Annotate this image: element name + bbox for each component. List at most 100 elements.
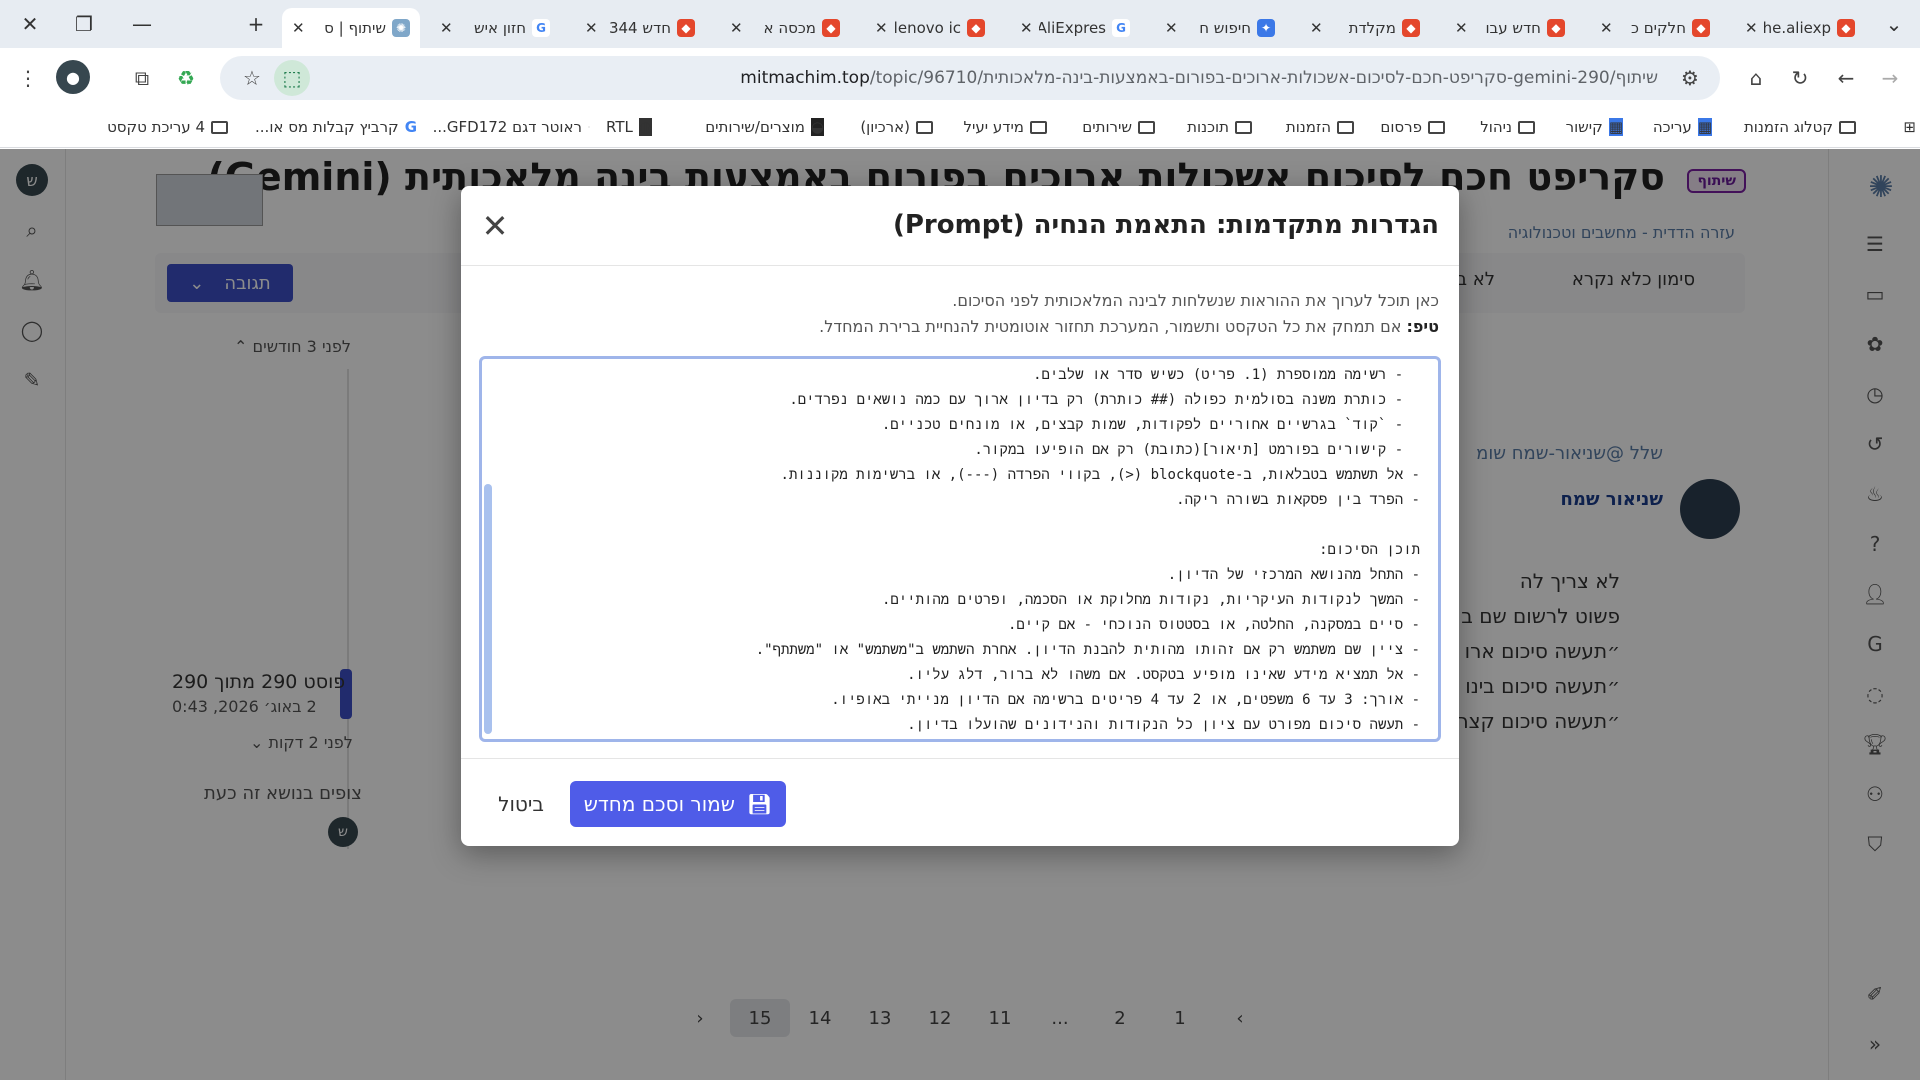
bookmark-label: עריכה bbox=[1652, 118, 1692, 136]
prompt-line: - רשימה ממוספרת (1. פריט) כשיש סדר או של… bbox=[1033, 367, 1420, 383]
close-tab-icon[interactable]: ✕ bbox=[292, 19, 305, 37]
bookmark-item[interactable]: מידע יעיל bbox=[963, 118, 1047, 136]
close-tab-icon[interactable]: ✕ bbox=[1600, 19, 1613, 37]
bookmark-item[interactable]: ▦ עריכה bbox=[1653, 118, 1712, 136]
tab[interactable]: G חזון איש ✕ bbox=[430, 8, 560, 48]
tab[interactable]: ◆ חדש 344 ✕ bbox=[575, 8, 705, 48]
new-tab-icon[interactable]: + bbox=[232, 0, 280, 48]
bookmark-label: קישור bbox=[1565, 118, 1603, 136]
back-arrow-icon[interactable]: ← bbox=[1828, 60, 1864, 96]
tab[interactable]: ◆ מקלדת ✕ bbox=[1300, 8, 1430, 48]
description-line: כאן תוכל לערוך את ההוראות שנשלחות לבינה … bbox=[952, 291, 1439, 310]
close-tab-icon[interactable]: ✕ bbox=[585, 19, 598, 37]
bookmark-label: מידע יעיל bbox=[963, 118, 1024, 136]
minimize-window-icon[interactable]: — bbox=[118, 0, 166, 48]
save-button-label: שמור וסכם מחדש bbox=[583, 792, 735, 816]
site-logo-icon: ◒ bbox=[810, 118, 824, 136]
site-favicon-icon: ◆ bbox=[1837, 19, 1855, 37]
browser-toolbar: ⋮ ● ⧉ ♻ ☆ ⬚ mitmachim.top/topic/96710/סק… bbox=[0, 48, 1920, 108]
prompt-line: - `קוד` בגרשיים אחוריים לפקודות, שמות קב… bbox=[881, 417, 1420, 433]
folder-icon bbox=[1839, 120, 1856, 134]
bookmark-label: תוכנות bbox=[1187, 118, 1229, 136]
close-tab-icon[interactable]: ✕ bbox=[1745, 19, 1758, 37]
reload-icon[interactable]: ↻ bbox=[1782, 60, 1818, 96]
install-app-icon[interactable]: ⬚ bbox=[274, 60, 310, 96]
tab-label: חלקים כ bbox=[1631, 19, 1686, 37]
menu-kebab-icon[interactable]: ⋮ bbox=[10, 60, 46, 96]
bookmark-item[interactable]: (ארכיון) bbox=[860, 118, 933, 136]
prompt-line: - אורך: 3 עד 6 משפטים, או 2 עד 4 פריטים … bbox=[831, 692, 1420, 708]
textarea-scrollbar[interactable] bbox=[484, 484, 492, 734]
close-tab-icon[interactable]: ✕ bbox=[1165, 19, 1178, 37]
site-favicon-icon: ◆ bbox=[677, 19, 695, 37]
folder-icon bbox=[1030, 120, 1047, 134]
cancel-button[interactable]: ביטול bbox=[481, 781, 561, 827]
prompt-line: - התחל מהנושא המרכזי של הדיון. bbox=[1167, 567, 1420, 583]
google-favicon-icon: G bbox=[532, 19, 550, 37]
site-favicon-icon: ◆ bbox=[822, 19, 840, 37]
tab[interactable]: ◆ מכסה א ✕ bbox=[720, 8, 850, 48]
close-tab-icon[interactable]: ✕ bbox=[730, 19, 743, 37]
prompt-textarea[interactable]: - רשימה ממוספרת (1. פריט) כשיש סדר או של… bbox=[479, 356, 1441, 742]
tab-search-chevron-icon[interactable]: ⌄ bbox=[1870, 0, 1918, 48]
bookmark-label: מוצרים/שירותים bbox=[705, 118, 805, 136]
tab[interactable]: ◆ he.aliexp ✕ bbox=[1735, 8, 1865, 48]
tab[interactable]: ◆ lenovo ic ✕ bbox=[865, 8, 995, 48]
bookmark-label: שירותים bbox=[1082, 118, 1132, 136]
tab-active[interactable]: ✺ שיתוף | ס ✕ bbox=[282, 8, 420, 48]
close-tab-icon[interactable]: ✕ bbox=[1020, 19, 1033, 37]
site-favicon-icon: ◆ bbox=[1402, 19, 1420, 37]
url-host: mitmachim.top bbox=[740, 68, 870, 88]
close-tab-icon[interactable]: ✕ bbox=[440, 19, 453, 37]
site-settings-icon[interactable]: ⚙ bbox=[1672, 60, 1708, 96]
prompt-line bbox=[510, 513, 1420, 538]
close-window-icon[interactable]: ✕ bbox=[6, 0, 54, 48]
url-path: /topic/96710/סקריפט-חכם-לסיכום-אשכולות-א… bbox=[869, 68, 1658, 88]
app-icon: ▦ bbox=[1608, 118, 1623, 136]
bookmark-item[interactable]: ▦ קישור bbox=[1566, 118, 1623, 136]
bookmark-item[interactable]: G קרביץ קבלות מס או... bbox=[255, 118, 417, 136]
bookmark-item[interactable]: 4 עריכת טקסט bbox=[107, 118, 228, 136]
restore-window-icon[interactable]: ❐ bbox=[60, 0, 108, 48]
tab[interactable]: ✦ חיפוש ח ✕ bbox=[1155, 8, 1285, 48]
save-and-resummarize-button[interactable]: 💾︎ שמור וסכם מחדש bbox=[570, 781, 786, 827]
bookmark-item[interactable]: פרסום bbox=[1380, 118, 1445, 136]
bookmark-item[interactable]: קטלוג הזמנות bbox=[1744, 118, 1856, 136]
sync-extension-icon[interactable]: ♻ bbox=[168, 60, 204, 96]
folder-icon bbox=[1138, 120, 1155, 134]
tip-text: אם תמחק את כל הטקסט ותשמור, המערכת תחזור… bbox=[819, 317, 1402, 336]
home-icon[interactable]: ⌂ bbox=[1738, 60, 1774, 96]
forward-arrow-icon[interactable]: → bbox=[1872, 60, 1908, 96]
bookmark-item[interactable]: תוכנות bbox=[1187, 118, 1252, 136]
tab[interactable]: G AliExpres ✕ bbox=[1010, 8, 1140, 48]
prompt-line: - אל תמציא מידע שאינו מופיע בטקסט. אם מש… bbox=[907, 667, 1420, 683]
address-bar[interactable]: ☆ ⬚ mitmachim.top/topic/96710/סקריפט-חכם… bbox=[220, 56, 1720, 100]
close-icon[interactable]: ✕ bbox=[475, 206, 515, 246]
brain-favicon-icon: ✺ bbox=[392, 19, 410, 37]
tab[interactable]: ◆ חלקים כ ✕ bbox=[1590, 8, 1720, 48]
bookmark-item[interactable]: שירותים bbox=[1082, 118, 1155, 136]
bookmark-star-icon[interactable]: ☆ bbox=[234, 60, 270, 96]
bookmark-item[interactable]: הזמנות bbox=[1286, 118, 1354, 136]
gemini-favicon-icon: ✦ bbox=[1257, 19, 1275, 37]
folder-icon bbox=[1518, 120, 1535, 134]
bookmark-item[interactable]: ◒ מוצרים/שירותים bbox=[705, 118, 824, 136]
url-text[interactable]: mitmachim.top/topic/96710/סקריפט-חכם-לסי… bbox=[740, 68, 1658, 88]
tab[interactable]: ◆ חדש עבו ✕ bbox=[1445, 8, 1575, 48]
folder-icon bbox=[211, 120, 228, 134]
bookmark-item[interactable]: ניהול bbox=[1480, 118, 1535, 136]
extensions-puzzle-icon[interactable]: ⧉ bbox=[124, 60, 160, 96]
bookmark-item[interactable]: ראוטר דגם GFD172... bbox=[433, 118, 590, 136]
site-favicon-icon: ◆ bbox=[1692, 19, 1710, 37]
close-tab-icon[interactable]: ✕ bbox=[1455, 19, 1468, 37]
profile-avatar-icon[interactable]: ● bbox=[56, 60, 90, 94]
close-tab-icon[interactable]: ✕ bbox=[1310, 19, 1323, 37]
app-icon: ▦ bbox=[1697, 118, 1712, 136]
prompt-text[interactable]: - רשימה ממוספרת (1. פריט) כשיש סדר או של… bbox=[510, 363, 1420, 738]
bookmark-label: ראוטר דגם GFD172... bbox=[432, 118, 582, 136]
prompt-line: - אל תשתמש בטבלאות, ב-blockquote (<), בק… bbox=[780, 467, 1420, 483]
apps-grid-icon[interactable]: ⊞ bbox=[1903, 118, 1916, 136]
bookmark-item[interactable]: ◍ RTL bbox=[606, 118, 652, 136]
close-tab-icon[interactable]: ✕ bbox=[875, 19, 888, 37]
prompt-line: - ציין שם משתמש רק אם זהותו מהותית להבנת… bbox=[755, 642, 1420, 658]
